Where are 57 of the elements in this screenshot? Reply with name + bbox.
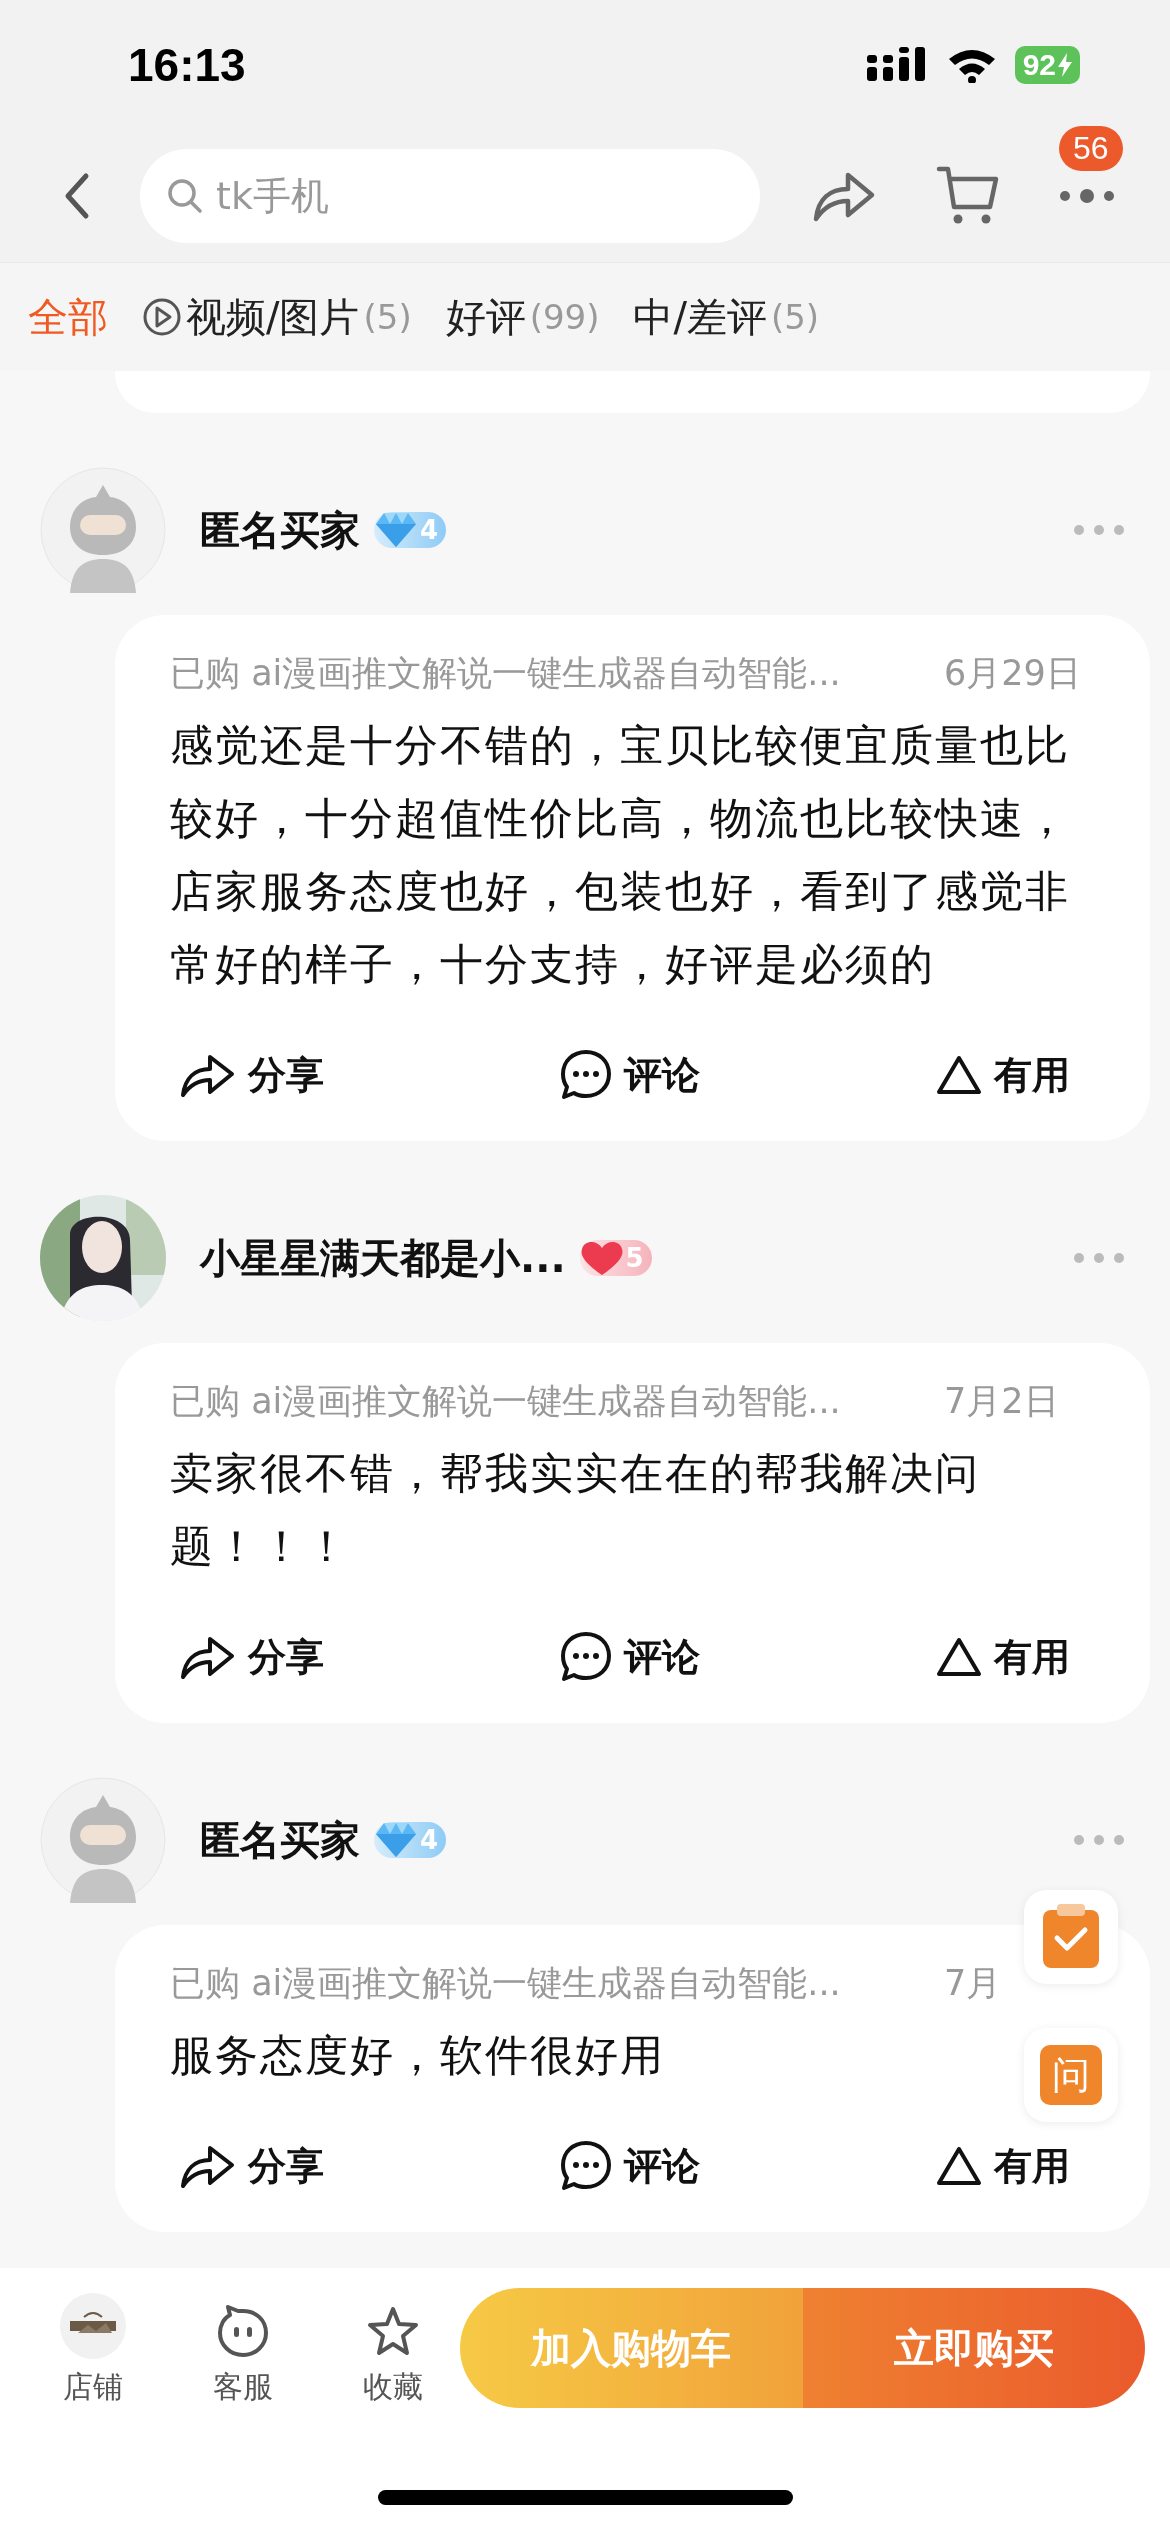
review-text: 卖家很不错，帮我实实在在的帮我解决问题！！！ — [170, 1447, 981, 1573]
comment-icon — [560, 2140, 612, 2192]
status-time: 16:13 — [128, 38, 246, 92]
heart-icon — [579, 1239, 624, 1277]
checklist-button[interactable] — [1024, 1890, 1118, 1984]
username: 匿名买家 — [200, 1815, 360, 1865]
bottom-nav-item[interactable]: 收藏 — [335, 2288, 451, 2408]
share-icon — [180, 1634, 236, 1680]
review-date: 6月29日 — [944, 651, 1082, 695]
diamond-icon — [374, 511, 418, 549]
battery-indicator: 92 — [1014, 46, 1080, 84]
filter-tab[interactable]: 中/差评(5) — [633, 289, 820, 345]
service-icon — [216, 2305, 270, 2359]
action-link[interactable]: 有用 — [994, 2140, 1070, 2192]
bottom-nav-item[interactable]: 客服 — [185, 2288, 301, 2408]
action-link[interactable]: 评论 — [624, 1049, 700, 1101]
review-text: 感觉还是十分不错的，宝贝比较便宜质量也比较好，十分超值性价比高，物流也比较快速，店家服务态度也好，包装也好，看到了感觉非常好的样子，十分支持，好评是必须的 — [170, 719, 1071, 991]
filter-tab[interactable]: 视频/图片(5) — [142, 289, 412, 345]
clipboard-icon — [1041, 1904, 1101, 1970]
avatar-icon — [40, 1777, 166, 1903]
store-logo-icon — [60, 2293, 126, 2359]
purchased-item: 已购 ai漫画推文解说一键生成器自动智能... — [170, 1961, 841, 2005]
level-number: 4 — [420, 515, 439, 545]
level-number: 5 — [625, 1243, 644, 1273]
triangle-icon — [936, 1054, 982, 1096]
comment-icon — [560, 1631, 612, 1683]
tab-count: (5) — [363, 297, 412, 337]
level-number: 4 — [420, 1825, 439, 1855]
filter-tab[interactable]: 好评(99) — [445, 289, 600, 345]
action-link[interactable]: 评论 — [624, 1631, 700, 1683]
action-link[interactable]: 分享 — [248, 1631, 324, 1683]
action-link[interactable]: 评论 — [624, 2140, 700, 2192]
share-icon — [180, 2143, 236, 2189]
action-link[interactable]: 有用 — [994, 1631, 1070, 1683]
action-link[interactable]: 有用 — [994, 1049, 1070, 1101]
play-icon — [142, 297, 182, 337]
tab-count: (99) — [529, 297, 600, 337]
share-icon — [180, 1052, 236, 1098]
diamond-icon — [374, 1821, 418, 1859]
username: 小星星满天都是小... — [200, 1233, 566, 1283]
comment-icon — [560, 1049, 612, 1101]
triangle-icon — [936, 1636, 982, 1678]
bottom-nav-item[interactable]: 店铺 — [35, 2288, 151, 2408]
avatar-icon — [40, 467, 166, 593]
tab-count: (5) — [770, 297, 820, 337]
action-link[interactable]: 分享 — [248, 2140, 324, 2192]
action-link[interactable]: 分享 — [248, 1049, 324, 1101]
more-icon[interactable] — [1058, 189, 1116, 203]
triangle-icon — [936, 2145, 982, 2187]
username: 匿名买家 — [200, 505, 360, 555]
purchased-item: 已购 ai漫画推文解说一键生成器自动智能... — [170, 1379, 841, 1423]
review-date: 7月 — [944, 1961, 1003, 2005]
search-field[interactable]: tk手机 — [140, 149, 760, 243]
review-date: 7月2日 — [944, 1379, 1060, 1423]
notification-badge: 56 — [1059, 126, 1123, 171]
purchased-item: 已购 ai漫画推文解说一键生成器自动智能... — [170, 651, 841, 695]
review-text: 服务态度好，软件很好用 — [170, 2029, 665, 2082]
